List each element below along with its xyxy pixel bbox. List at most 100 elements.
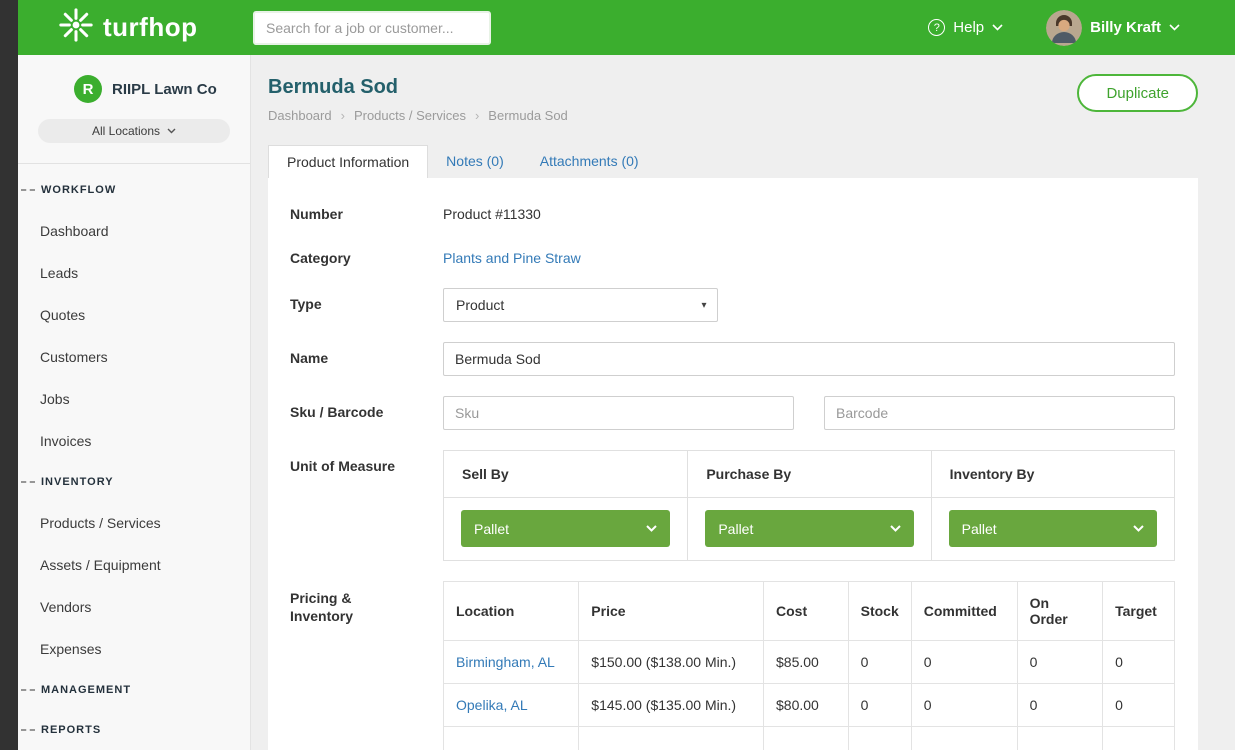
name-label: Name bbox=[290, 342, 443, 376]
logo[interactable]: turfhop bbox=[18, 7, 251, 48]
location-link-birmingham[interactable]: Birmingham, AL bbox=[456, 654, 555, 670]
sidebar-item-vendors[interactable]: Vendors bbox=[18, 586, 250, 628]
page-title: Bermuda Sod bbox=[268, 76, 1198, 99]
caret-down-icon: ▾ bbox=[691, 289, 717, 321]
company-account[interactable]: R RIIPL Lawn Co bbox=[74, 75, 250, 103]
breadcrumb-dashboard[interactable]: Dashboard bbox=[268, 108, 332, 123]
uom-col-inventory-by: Inventory By bbox=[931, 451, 1174, 498]
avatar bbox=[1046, 10, 1082, 46]
left-rail bbox=[0, 0, 18, 750]
pricing-header-row: Location Price Cost Stock Committed On O… bbox=[444, 582, 1175, 641]
nav-section-inventory: INVENTORY bbox=[18, 462, 250, 502]
search-input[interactable] bbox=[253, 11, 491, 45]
company-name: RIIPL Lawn Co bbox=[112, 81, 217, 98]
logo-text: turfhop bbox=[103, 12, 197, 43]
sidebar-item-assets-equipment[interactable]: Assets / Equipment bbox=[18, 544, 250, 586]
sidebar-item-dashboard[interactable]: Dashboard bbox=[18, 210, 250, 252]
target-cell: 0 bbox=[1103, 641, 1175, 684]
user-menu[interactable]: Billy Kraft bbox=[1046, 10, 1180, 46]
sidebar-item-jobs[interactable]: Jobs bbox=[18, 378, 250, 420]
chevron-down-icon bbox=[646, 525, 657, 532]
category-link[interactable]: Plants and Pine Straw bbox=[443, 242, 581, 266]
col-location: Location bbox=[444, 582, 579, 641]
nav-section-label: INVENTORY bbox=[41, 476, 114, 488]
top-header: turfhop ? Help Billy Kraft bbox=[18, 0, 1235, 55]
type-label: Type bbox=[290, 288, 443, 322]
col-price: Price bbox=[579, 582, 764, 641]
target-cell: 0 bbox=[1103, 684, 1175, 727]
sell-by-select[interactable]: Pallet bbox=[461, 510, 670, 547]
sidebar: R RIIPL Lawn Co All Locations WORKFLOW D… bbox=[18, 55, 251, 750]
price-cell: $145.00 ($135.00 Min.) bbox=[579, 684, 764, 727]
sidebar-item-customers[interactable]: Customers bbox=[18, 336, 250, 378]
nav-section-management[interactable]: MANAGEMENT bbox=[18, 670, 250, 710]
help-icon: ? bbox=[928, 19, 945, 36]
tab-attachments[interactable]: Attachments (0) bbox=[522, 145, 657, 178]
breadcrumb-separator: › bbox=[475, 108, 479, 123]
section-dashes-icon bbox=[21, 729, 35, 731]
pricing-inventory-row: Pricing & Inventory Location Price Cost bbox=[268, 581, 1198, 750]
breadcrumb-products-services[interactable]: Products / Services bbox=[354, 108, 466, 123]
table-row: Birmingham, AL $150.00 ($138.00 Min.) $8… bbox=[444, 641, 1175, 684]
help-menu[interactable]: ? Help bbox=[928, 19, 1003, 36]
location-filter[interactable]: All Locations bbox=[38, 119, 230, 143]
location-link-opelika[interactable]: Opelika, AL bbox=[456, 697, 528, 713]
unit-of-measure-label: Unit of Measure bbox=[290, 450, 443, 561]
cost-cell: $80.00 bbox=[764, 684, 849, 727]
sku-barcode-row: Sku / Barcode bbox=[268, 396, 1198, 430]
stock-cell: 0 bbox=[848, 641, 911, 684]
uom-col-sell-by: Sell By bbox=[444, 451, 687, 498]
tab-product-information[interactable]: Product Information bbox=[268, 145, 428, 178]
purchase-by-select[interactable]: Pallet bbox=[705, 510, 913, 547]
col-on-order: On Order bbox=[1017, 582, 1103, 641]
section-dashes-icon bbox=[21, 481, 35, 483]
sidebar-item-products-services[interactable]: Products / Services bbox=[18, 502, 250, 544]
section-dashes-icon bbox=[21, 189, 35, 191]
name-row: Name bbox=[268, 342, 1198, 376]
table-row: Opelika, AL $145.00 ($135.00 Min.) $80.0… bbox=[444, 684, 1175, 727]
chevron-down-icon bbox=[167, 128, 176, 134]
type-row: Type Product ▾ bbox=[268, 288, 1198, 322]
col-committed: Committed bbox=[911, 582, 1017, 641]
help-label: Help bbox=[953, 19, 984, 36]
sidebar-item-expenses[interactable]: Expenses bbox=[18, 628, 250, 670]
tab-notes[interactable]: Notes (0) bbox=[428, 145, 522, 178]
sidebar-nav: WORKFLOW Dashboard Leads Quotes Customer… bbox=[18, 164, 250, 750]
committed-cell: 0 bbox=[911, 684, 1017, 727]
sku-input[interactable] bbox=[443, 396, 794, 430]
app-root: turfhop ? Help Billy Kraft bbox=[0, 0, 1235, 750]
sidebar-item-leads[interactable]: Leads bbox=[18, 252, 250, 294]
sidebar-item-invoices[interactable]: Invoices bbox=[18, 420, 250, 462]
on-order-cell: 0 bbox=[1017, 684, 1103, 727]
sell-by-value: Pallet bbox=[474, 521, 509, 537]
sidebar-item-quotes[interactable]: Quotes bbox=[18, 294, 250, 336]
chevron-down-icon bbox=[1133, 525, 1144, 532]
unit-of-measure-table: Sell By Purchase By Inventory By Pallet … bbox=[443, 450, 1175, 561]
location-filter-label: All Locations bbox=[92, 124, 160, 138]
tabs: Product Information Notes (0) Attachment… bbox=[268, 145, 1198, 178]
duplicate-button[interactable]: Duplicate bbox=[1077, 74, 1198, 112]
inventory-by-select[interactable]: Pallet bbox=[949, 510, 1157, 547]
col-cost: Cost bbox=[764, 582, 849, 641]
pricing-inventory-label: Pricing & Inventory bbox=[290, 581, 443, 750]
table-row-partial bbox=[444, 727, 1175, 750]
type-select[interactable]: Product ▾ bbox=[443, 288, 718, 322]
number-label: Number bbox=[290, 198, 443, 222]
chevron-down-icon bbox=[1169, 24, 1180, 31]
barcode-input[interactable] bbox=[824, 396, 1175, 430]
nav-section-reports[interactable]: REPORTS bbox=[18, 710, 250, 750]
uom-col-purchase-by: Purchase By bbox=[687, 451, 930, 498]
committed-cell: 0 bbox=[911, 641, 1017, 684]
user-name: Billy Kraft bbox=[1090, 19, 1161, 36]
chevron-down-icon bbox=[890, 525, 901, 532]
breadcrumb: Dashboard › Products / Services › Bermud… bbox=[268, 108, 1198, 123]
topbar-right: ? Help Billy Kraft bbox=[928, 10, 1235, 46]
nav-section-label: REPORTS bbox=[41, 724, 101, 736]
purchase-by-value: Pallet bbox=[718, 521, 753, 537]
name-input[interactable] bbox=[443, 342, 1175, 376]
product-number-value: Product #11330 bbox=[443, 198, 1175, 222]
nav-section-workflow: WORKFLOW bbox=[18, 170, 250, 210]
breadcrumb-current: Bermuda Sod bbox=[488, 108, 568, 123]
company-logo: R bbox=[74, 75, 102, 103]
price-cell: $150.00 ($138.00 Min.) bbox=[579, 641, 764, 684]
